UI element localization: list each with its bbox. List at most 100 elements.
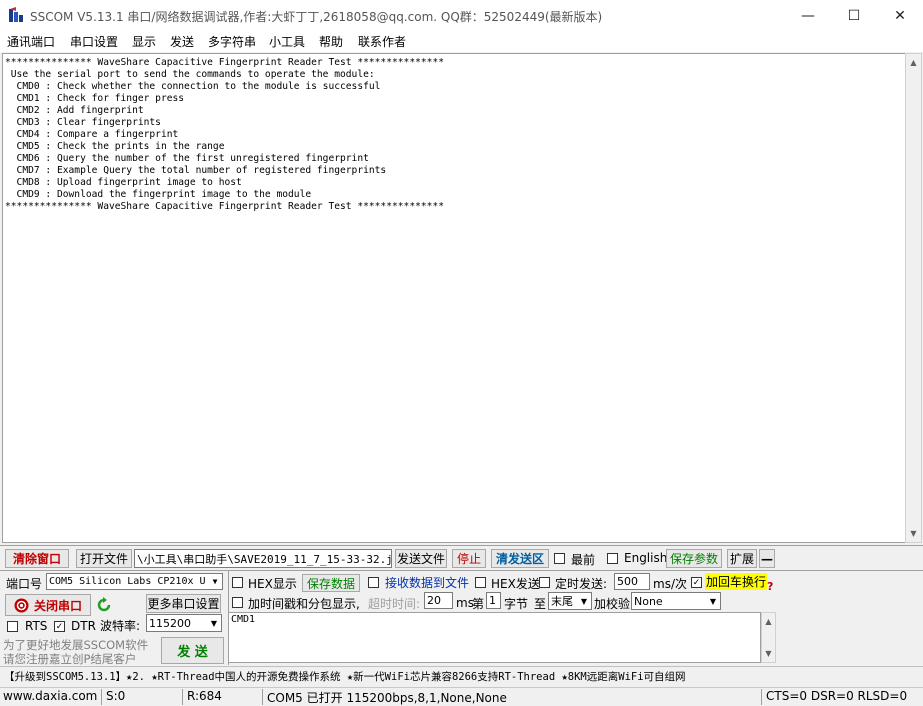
chevron-down-icon: ▼	[207, 615, 221, 631]
timed-interval-input[interactable]: 500	[614, 573, 650, 590]
console-line: *************** WaveShare Capacitive Fin…	[5, 57, 444, 68]
collapse-button[interactable]: —	[759, 549, 775, 568]
send-input[interactable]: CMD1	[228, 612, 761, 663]
close-port-label: 关闭串口	[33, 598, 82, 613]
power-icon	[14, 598, 29, 612]
to-label: 至	[534, 597, 547, 611]
checksum-select-value: None	[634, 594, 663, 608]
timestamp-checkbox[interactable]	[232, 597, 243, 608]
dtr-checkbox[interactable]: ✓	[54, 621, 65, 632]
menu-send[interactable]: 发送	[170, 33, 194, 50]
recv-to-file-checkbox[interactable]	[368, 577, 379, 588]
save-data-button[interactable]: 保存数据	[302, 574, 360, 592]
scroll-down-icon[interactable]: ▼	[762, 646, 775, 661]
byte-suffix-label: 字节	[504, 597, 529, 611]
hex-display-checkbox[interactable]	[232, 577, 243, 588]
help-icon[interactable]: ?	[767, 580, 773, 593]
baud-select[interactable]: 115200 ▼	[146, 614, 222, 632]
menu-serial-settings[interactable]: 串口设置	[70, 33, 118, 50]
refresh-icon[interactable]	[96, 597, 112, 613]
send-input-scrollbar[interactable]: ▲ ▼	[761, 612, 776, 663]
console-line: CMD5 : Check the prints in the range	[5, 141, 225, 152]
english-checkbox[interactable]	[607, 553, 618, 564]
chevron-down-icon: ▼	[706, 593, 720, 609]
news-ticker[interactable]: 【升级到SSCOM5.13.1】★2. ★RT-Thread中国人的开源免费操作…	[4, 669, 686, 684]
menu-help[interactable]: 帮助	[319, 33, 343, 50]
console-line: CMD1 : Check for finger press	[5, 93, 185, 104]
file-path-field[interactable]: \小工具\串口助手\SAVE2019_11_7_15-33-32.jpg	[134, 549, 392, 568]
save-params-button[interactable]: 保存参数	[666, 549, 722, 568]
add-crlf-checkbox[interactable]: ✓	[691, 577, 702, 588]
console-line: CMD8 : Upload fingerprint image to host	[5, 177, 242, 188]
timeout-input[interactable]: 20	[424, 592, 453, 609]
to-select[interactable]: 末尾 ▼	[548, 592, 592, 610]
timed-unit-label: ms/次	[653, 577, 687, 591]
app-icon	[9, 7, 23, 22]
status-url[interactable]: www.daxia.com	[3, 689, 97, 703]
menu-tools[interactable]: 小工具	[269, 33, 305, 50]
console-line: CMD0 : Check whether the connection to t…	[5, 81, 381, 92]
english-label: English	[624, 551, 668, 565]
close-port-button[interactable]: 关闭串口	[5, 594, 91, 616]
console-text: *************** WaveShare Capacitive Fin…	[3, 54, 905, 213]
recv-to-file-label[interactable]: 接收数据到文件	[385, 574, 469, 591]
checksum-label: 加校验	[594, 597, 631, 611]
add-crlf-label: 加回车换行	[705, 573, 768, 590]
timed-send-label: 定时发送:	[555, 577, 608, 591]
send-file-button[interactable]: 发送文件	[395, 549, 447, 568]
title-bar: SSCOM V5.13.1 串口/网络数据调试器,作者:大虾丁丁,2618058…	[0, 0, 923, 32]
topmost-label: 最前	[571, 553, 596, 567]
menu-comm-port[interactable]: 通讯端口	[7, 33, 55, 50]
minimize-button[interactable]: —	[785, 0, 831, 32]
console-line: CMD3 : Clear fingerprints	[5, 117, 161, 128]
console-scrollbar[interactable]: ▲ ▼	[905, 53, 922, 543]
clear-send-button[interactable]: 清发送区	[491, 549, 549, 568]
timed-send-checkbox[interactable]	[539, 577, 550, 588]
menu-bar: 通讯端口 串口设置 显示 发送 多字符串 小工具 帮助 联系作者	[0, 32, 923, 52]
hex-send-label: HEX发送	[491, 577, 540, 591]
more-settings-button[interactable]: 更多串口设置	[146, 594, 221, 613]
close-button[interactable]: ✕	[877, 0, 923, 32]
status-lines: CTS=0 DSR=0 RLSD=0	[761, 689, 907, 705]
menu-display[interactable]: 显示	[132, 33, 156, 50]
hex-display-label: HEX显示	[248, 577, 297, 591]
promo-line-2: 请您注册嘉立创P结尾客户	[3, 652, 137, 666]
rts-checkbox[interactable]	[7, 621, 18, 632]
send-button[interactable]: 发 送	[161, 637, 224, 664]
baud-select-value: 115200	[149, 616, 191, 630]
console-line: CMD7 : Example Query the total number of…	[5, 165, 387, 176]
maximize-button[interactable]: ☐	[831, 0, 877, 32]
hex-send-checkbox[interactable]	[475, 577, 486, 588]
scroll-up-icon[interactable]: ▲	[906, 55, 921, 70]
dtr-label: DTR	[71, 619, 96, 633]
window-title: SSCOM V5.13.1 串口/网络数据调试器,作者:大虾丁丁,2618058…	[30, 10, 603, 24]
scroll-down-icon[interactable]: ▼	[906, 526, 921, 541]
open-file-button[interactable]: 打开文件	[76, 549, 132, 568]
console-line: CMD9 : Download the fingerprint image to…	[5, 189, 312, 200]
chevron-down-icon: ▼	[208, 574, 222, 589]
chevron-down-icon: ▼	[577, 593, 591, 609]
console-line: Use the serial port to send the commands…	[5, 69, 375, 80]
console-line: CMD6 : Query the number of the first unr…	[5, 153, 369, 164]
receive-console[interactable]: *************** WaveShare Capacitive Fin…	[2, 53, 905, 543]
status-port-info: COM5 已打开 115200bps,8,1,None,None	[262, 689, 507, 705]
topmost-checkbox[interactable]	[554, 553, 565, 564]
port-select[interactable]: COM5 Silicon Labs CP210x U ▼	[46, 573, 223, 590]
menu-multi-string[interactable]: 多字符串	[208, 33, 256, 50]
scroll-up-icon[interactable]: ▲	[762, 614, 775, 629]
rts-label: RTS	[25, 619, 48, 633]
baud-label: 波特率:	[100, 619, 141, 633]
timeout-label: 超时时间:	[368, 597, 421, 611]
menu-contact-author[interactable]: 联系作者	[358, 33, 406, 50]
checksum-select[interactable]: None ▼	[631, 592, 721, 610]
send-input-text: CMD1	[231, 614, 256, 625]
expand-button[interactable]: 扩展	[727, 549, 757, 568]
byte-prefix-label: 第	[472, 597, 485, 611]
console-line: CMD2 : Add fingerprint	[5, 105, 144, 116]
console-line: *************** WaveShare Capacitive Fin…	[5, 201, 444, 212]
clear-window-button[interactable]: 清除窗口	[5, 549, 69, 568]
byte-index-input[interactable]: 1	[486, 592, 501, 609]
console-line: CMD4 : Compare a fingerprint	[5, 129, 179, 140]
to-select-value: 末尾	[551, 595, 573, 608]
stop-button[interactable]: 停止	[452, 549, 486, 568]
